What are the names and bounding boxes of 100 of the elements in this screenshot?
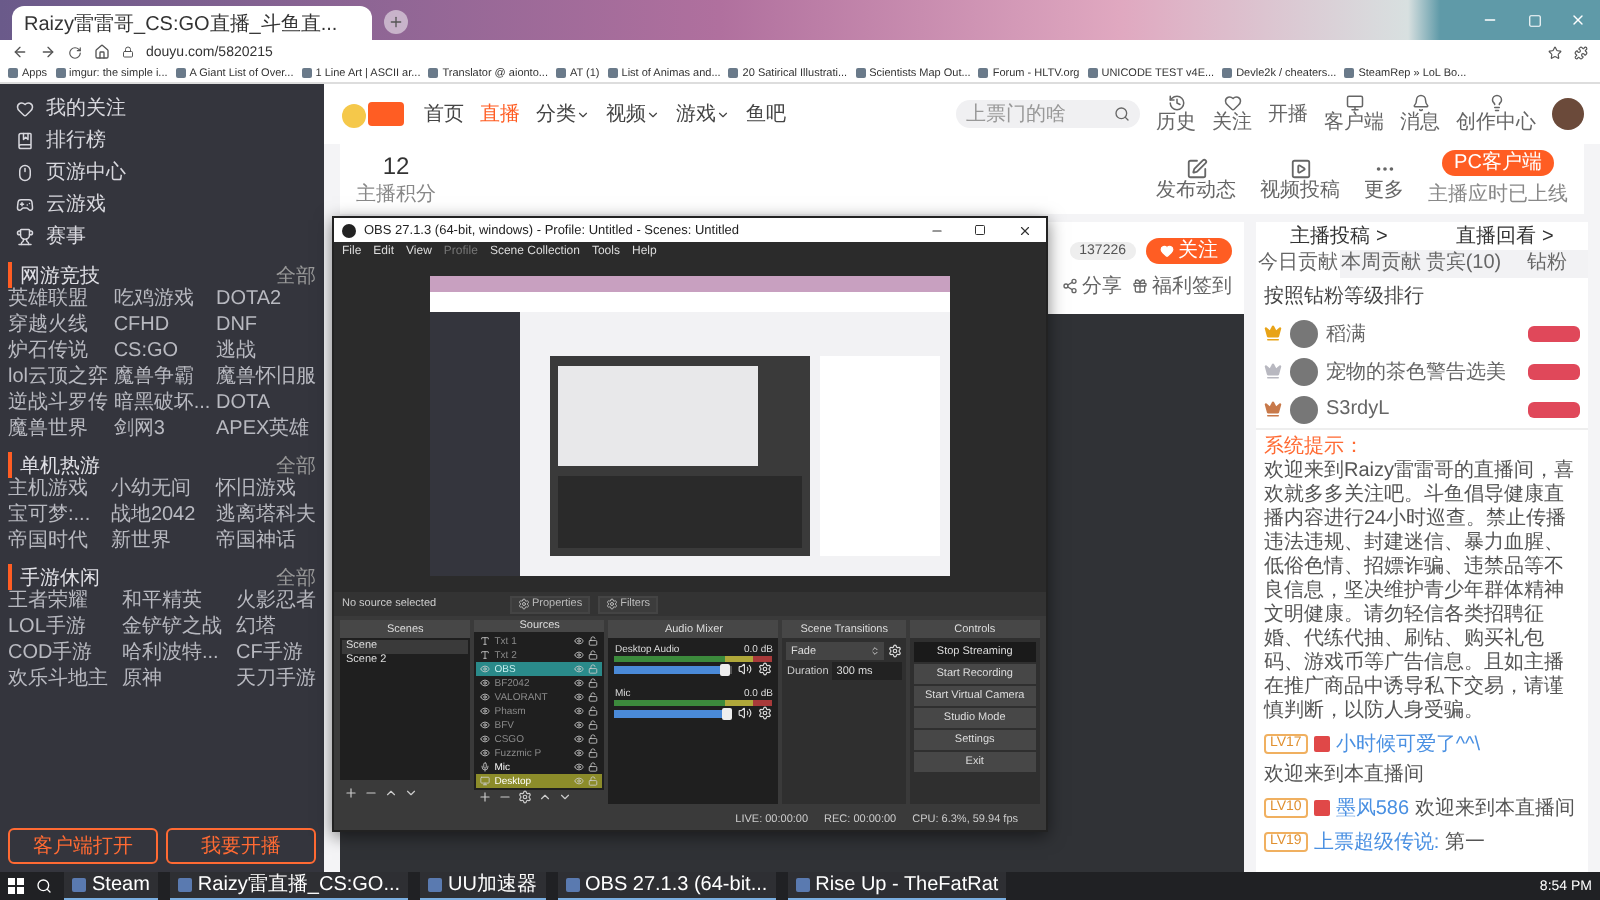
move-up-icon[interactable]: [384, 785, 398, 799]
settings-icon[interactable]: [758, 662, 773, 676]
rank-tab[interactable]: 钻粉: [1505, 250, 1588, 278]
category-link[interactable]: 逆战斗罗传: [8, 392, 109, 416]
volume-slider[interactable]: [614, 665, 733, 673]
category-link[interactable]: 魔兽世界: [8, 418, 109, 442]
logo-icon[interactable]: [340, 96, 408, 132]
settings-icon[interactable]: [887, 644, 902, 658]
category-link[interactable]: 魔兽怀旧服: [215, 366, 316, 390]
lock-icon[interactable]: [588, 720, 599, 730]
lock-icon[interactable]: [588, 636, 599, 646]
user-name[interactable]: 墨风586: [1335, 794, 1410, 822]
volume-slider[interactable]: [614, 709, 733, 717]
header-link[interactable]: 创作中心: [1456, 94, 1536, 134]
lock-icon[interactable]: [588, 762, 599, 772]
lock-icon[interactable]: [588, 706, 599, 716]
action-link[interactable]: 更多: [1364, 157, 1404, 201]
category-link[interactable]: lol云顶之弈: [8, 366, 109, 390]
category-link[interactable]: CFHD: [113, 314, 211, 338]
eye-icon[interactable]: [574, 720, 585, 730]
category-link[interactable]: 和平精英: [122, 590, 222, 614]
header-link[interactable]: 客户端: [1324, 94, 1384, 134]
action-link[interactable]: 视频投稿: [1260, 157, 1340, 201]
category-link[interactable]: CF手游: [236, 642, 316, 666]
category-link[interactable]: 炉石传说: [8, 340, 109, 364]
remove-icon[interactable]: [498, 790, 513, 804]
header-link[interactable]: 开播: [1268, 103, 1308, 125]
see-all-link[interactable]: 全部: [276, 261, 316, 289]
user-name[interactable]: 上票超级传说:: [1313, 828, 1440, 856]
eye-icon[interactable]: [574, 678, 585, 688]
category-link[interactable]: 天刀手游: [236, 668, 316, 692]
category-link[interactable]: 主机游戏: [8, 478, 91, 502]
category-link[interactable]: 哈利波特...: [122, 642, 222, 666]
category-link[interactable]: 新世界: [110, 530, 196, 554]
see-all-link[interactable]: 全部: [276, 563, 316, 591]
sidebar-item[interactable]: 赛事: [8, 220, 316, 252]
eye-icon[interactable]: [574, 636, 585, 646]
nav-link[interactable]: 首页: [424, 100, 464, 128]
category-link[interactable]: 欢乐斗地主: [8, 668, 108, 692]
lock-icon[interactable]: [588, 734, 599, 744]
header-link[interactable]: 消息: [1400, 94, 1440, 134]
settings-icon[interactable]: [518, 790, 533, 804]
lock-icon[interactable]: [588, 692, 599, 702]
rank-tab[interactable]: 贵宾(10): [1422, 250, 1505, 278]
category-link[interactable]: 幻塔: [236, 616, 316, 640]
speaker-icon[interactable]: [738, 706, 753, 720]
nav-link[interactable]: 视频: [606, 100, 660, 128]
category-link[interactable]: DNF: [215, 314, 316, 338]
category-link[interactable]: APEX英雄: [215, 418, 316, 442]
nav-link[interactable]: 游戏: [676, 100, 730, 128]
chat-link[interactable]: 主播投稿 >: [1290, 222, 1388, 250]
share-link[interactable]: 分享: [1062, 271, 1122, 299]
category-link[interactable]: 火影忍者: [236, 590, 316, 614]
eye-icon[interactable]: [574, 692, 585, 702]
taskbar-app[interactable]: OBS 27.1.3 (64-bit...: [557, 872, 776, 900]
user-name[interactable]: 小时候可爱了^^\: [1335, 730, 1481, 758]
category-link[interactable]: 帝国神话: [216, 530, 316, 554]
add-icon[interactable]: [344, 785, 358, 799]
taskbar-app[interactable]: Raizy雷直播_CS:GO...: [169, 872, 409, 900]
category-link[interactable]: 剑网3: [113, 418, 211, 442]
new-tab-button[interactable]: [384, 10, 408, 34]
reload-icon[interactable]: [68, 45, 82, 59]
category-link[interactable]: 暗黑破坏...: [113, 392, 211, 416]
category-link[interactable]: 帝国时代: [8, 530, 91, 554]
category-link[interactable]: 穿越火线: [8, 314, 109, 338]
sidebar-item[interactable]: 云游戏: [8, 188, 316, 220]
see-all-link[interactable]: 全部: [276, 451, 316, 479]
category-link[interactable]: 战地2042: [110, 504, 196, 528]
category-link[interactable]: DOTA2: [215, 288, 316, 312]
forward-icon[interactable]: [40, 44, 56, 60]
category-link[interactable]: 逃战: [215, 340, 316, 364]
nav-link[interactable]: 鱼吧: [746, 100, 786, 128]
lock-icon[interactable]: [588, 748, 599, 758]
speaker-icon[interactable]: [738, 662, 753, 676]
category-link[interactable]: 魔兽争霸: [113, 366, 211, 390]
eye-icon[interactable]: [574, 748, 585, 758]
eye-icon[interactable]: [574, 650, 585, 660]
star-icon[interactable]: [1548, 45, 1562, 59]
rank-tab[interactable]: 今日贡献: [1256, 250, 1339, 278]
move-down-icon[interactable]: [404, 785, 418, 799]
lock-icon[interactable]: [588, 650, 599, 660]
add-icon[interactable]: [478, 790, 493, 804]
lock-icon[interactable]: [588, 678, 599, 688]
move-up-icon[interactable]: [538, 790, 553, 804]
signin-link[interactable]: 福利签到: [1132, 271, 1232, 299]
move-down-icon[interactable]: [558, 790, 573, 804]
home-icon[interactable]: [94, 44, 110, 60]
eye-icon[interactable]: [574, 762, 585, 772]
category-link[interactable]: COD手游: [8, 642, 108, 666]
category-link[interactable]: 怀旧游戏: [216, 478, 316, 502]
action-link[interactable]: 发布动态: [1156, 157, 1236, 201]
eye-icon[interactable]: [574, 706, 585, 716]
category-link[interactable]: 宝可梦:...: [8, 504, 91, 528]
sidebar-item[interactable]: 排行榜: [8, 124, 316, 156]
category-link[interactable]: 英雄联盟: [8, 288, 109, 312]
category-link[interactable]: 王者荣耀: [8, 590, 108, 614]
header-link[interactable]: 关注: [1212, 94, 1252, 134]
category-link[interactable]: 小幼无间: [110, 478, 196, 502]
browser-tab[interactable]: Raizy雷雷哥_CS:GO直播_斗鱼直...: [12, 6, 372, 40]
category-link[interactable]: 金铲铲之战: [122, 616, 222, 640]
